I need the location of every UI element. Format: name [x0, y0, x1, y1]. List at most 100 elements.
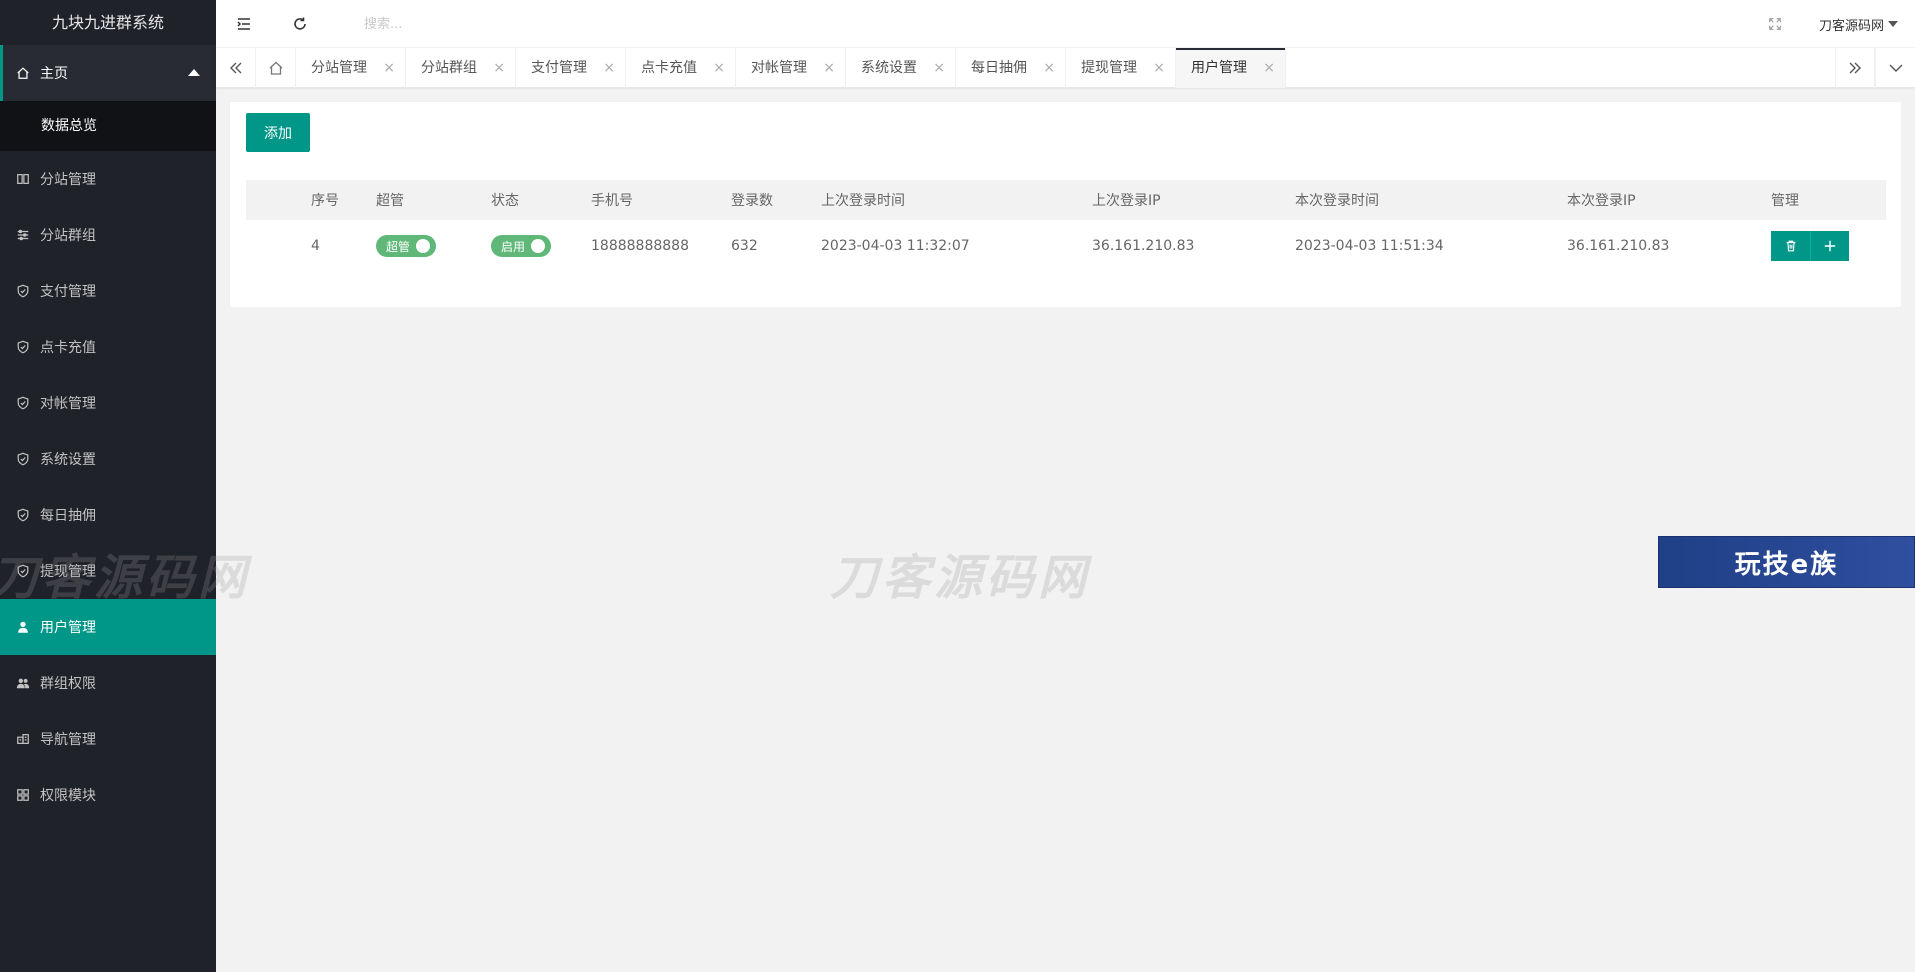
- plus-icon: [1824, 240, 1836, 252]
- shield-icon: [16, 396, 30, 410]
- sidebar-item-users[interactable]: 用户管理: [0, 599, 216, 655]
- sidebar-item-settings[interactable]: 系统设置: [0, 431, 216, 487]
- user-name: 刀客源码网: [1819, 18, 1885, 34]
- tab-daily-commission[interactable]: 每日抽佣 ×: [956, 48, 1066, 88]
- tab-settings[interactable]: 系统设置 ×: [846, 48, 956, 88]
- tab-label: 每日抽佣: [971, 60, 1027, 76]
- checkbox-cell: [246, 220, 311, 272]
- col-header: 序号: [311, 180, 376, 220]
- col-header: 管理: [1771, 180, 1886, 220]
- close-icon[interactable]: ×: [383, 48, 395, 88]
- fullscreen-icon: [1769, 18, 1781, 30]
- sidebar-item-reconciliation[interactable]: 对帐管理: [0, 375, 216, 431]
- cell-status: 启用: [491, 220, 591, 272]
- sidebar-item-permission-modules[interactable]: 权限模块: [0, 767, 216, 823]
- refresh-button[interactable]: [272, 0, 328, 48]
- cell-logins: 632: [731, 238, 758, 254]
- close-icon[interactable]: ×: [713, 48, 725, 88]
- sidebar-item-label: 用户管理: [40, 620, 96, 636]
- sidebar-item-label: 分站群组: [40, 228, 96, 244]
- sidebar-item-label: 权限模块: [40, 788, 96, 804]
- tab-bar: 分站管理 × 分站群组 × 支付管理 × 点卡充值 × 对帐管理 × 系统设置 × 每日抽佣…: [216, 48, 1915, 88]
- tab-label: 点卡充值: [641, 60, 697, 76]
- tab-label: 系统设置: [861, 60, 917, 76]
- tab-label: 提现管理: [1081, 60, 1137, 76]
- sidebar-item-label: 导航管理: [40, 732, 96, 748]
- tab-withdraw[interactable]: 提现管理 ×: [1066, 48, 1176, 88]
- shield-icon: [16, 340, 30, 354]
- close-icon[interactable]: ×: [933, 48, 945, 88]
- cell-phone: 18888888888: [591, 238, 689, 254]
- sidebar-item-label: 主页: [40, 66, 68, 82]
- close-icon[interactable]: ×: [1263, 48, 1275, 88]
- search-input[interactable]: [364, 12, 584, 36]
- status-switch[interactable]: 启用: [491, 235, 552, 257]
- tab-card-recharge[interactable]: 点卡充值 ×: [626, 48, 736, 88]
- tab-users[interactable]: 用户管理 ×: [1176, 48, 1286, 88]
- switch-label: 启用: [501, 239, 526, 254]
- chevron-down-icon: [1889, 64, 1902, 72]
- cell-super: 超管: [376, 220, 491, 272]
- sidebar-item-label: 点卡充值: [40, 340, 96, 356]
- tab-scroll-right-button[interactable]: [1835, 48, 1875, 88]
- sidebar-item-navigation[interactable]: 导航管理: [0, 711, 216, 767]
- super-admin-switch[interactable]: 超管: [376, 235, 437, 257]
- delete-button[interactable]: [1771, 231, 1810, 261]
- user-icon: [16, 620, 30, 634]
- watermark-text: 刀客源码网: [830, 550, 1091, 606]
- shield-icon: [16, 508, 30, 522]
- tab-list: 分站管理 × 分站群组 × 支付管理 × 点卡充值 × 对帐管理 × 系统设置 × 每日抽佣…: [296, 48, 1286, 88]
- tab-reconciliation[interactable]: 对帐管理 ×: [736, 48, 846, 88]
- col-header: 上次登录IP: [1092, 180, 1295, 220]
- user-menu[interactable]: 刀客源码网: [1819, 0, 1915, 48]
- users-table: 序号 超管 状态 手机号 登录数 上次登录时间 上次登录IP 本次登录时间 本次…: [246, 180, 1886, 272]
- tab-label: 用户管理: [1191, 60, 1247, 76]
- sidebar-item-label: 群组权限: [40, 676, 96, 692]
- sidebar-item-substation-groups[interactable]: 分站群组: [0, 207, 216, 263]
- sidebar-item-withdraw[interactable]: 提现管理: [0, 543, 216, 599]
- tab-payment[interactable]: 支付管理 ×: [516, 48, 626, 88]
- sidebar-subitem-overview[interactable]: 数据总览: [0, 101, 216, 151]
- caret-down-icon: [1888, 21, 1899, 27]
- sidebar-item-substation[interactable]: 分站管理: [0, 151, 216, 207]
- close-icon[interactable]: ×: [1043, 48, 1055, 88]
- checkbox-col: [246, 180, 311, 220]
- indent-icon: [237, 18, 250, 30]
- tab-scroll-left-button[interactable]: [216, 48, 256, 88]
- col-header: 本次登录IP: [1567, 180, 1771, 220]
- row-actions: [1771, 231, 1849, 261]
- cell-last-ip: 36.161.210.83: [1092, 238, 1195, 254]
- tab-options-button[interactable]: [1875, 48, 1915, 88]
- shield-icon: [16, 564, 30, 578]
- tab-label: 支付管理: [531, 60, 587, 76]
- col-header: 状态: [491, 180, 591, 220]
- sidebar-item-payment[interactable]: 支付管理: [0, 263, 216, 319]
- add-button[interactable]: 添加: [246, 113, 310, 152]
- sidebar-item-label: 分站管理: [40, 172, 96, 188]
- menu-fold-button[interactable]: [216, 0, 272, 48]
- fullscreen-button[interactable]: [1755, 0, 1795, 48]
- add-row-button[interactable]: [1810, 231, 1849, 261]
- close-icon[interactable]: ×: [603, 48, 615, 88]
- close-icon[interactable]: ×: [1153, 48, 1165, 88]
- tab-home[interactable]: [256, 48, 296, 88]
- shield-icon: [16, 452, 30, 466]
- sidebar-item-card-recharge[interactable]: 点卡充值: [0, 319, 216, 375]
- sidebar-item-daily-commission[interactable]: 每日抽佣: [0, 487, 216, 543]
- switch-label: 超管: [386, 239, 411, 254]
- close-icon[interactable]: ×: [493, 48, 505, 88]
- app-title: 九块九进群系统: [0, 0, 216, 45]
- sliders-icon: [16, 228, 30, 242]
- tab-substation[interactable]: 分站管理 ×: [296, 48, 406, 88]
- sidebar-item-label: 系统设置: [40, 452, 96, 468]
- content-card: 添加 序号 超管 状态 手机号 登录数 上次登录时间 上次登录IP 本次登录时间…: [230, 102, 1901, 307]
- home-icon: [269, 61, 282, 75]
- tab-substation-groups[interactable]: 分站群组 ×: [406, 48, 516, 88]
- sidebar: 九块九进群系统 主页 数据总览 分站管理 分站群组 支付管理 点卡充值 对帐管理…: [0, 0, 216, 972]
- sidebar-item-home[interactable]: 主页: [0, 45, 216, 101]
- sidebar-item-group-permissions[interactable]: 群组权限: [0, 655, 216, 711]
- shield-icon: [16, 284, 30, 298]
- cell-actions: [1771, 220, 1886, 272]
- close-icon[interactable]: ×: [823, 48, 835, 88]
- sidebar-item-label: 支付管理: [40, 284, 96, 300]
